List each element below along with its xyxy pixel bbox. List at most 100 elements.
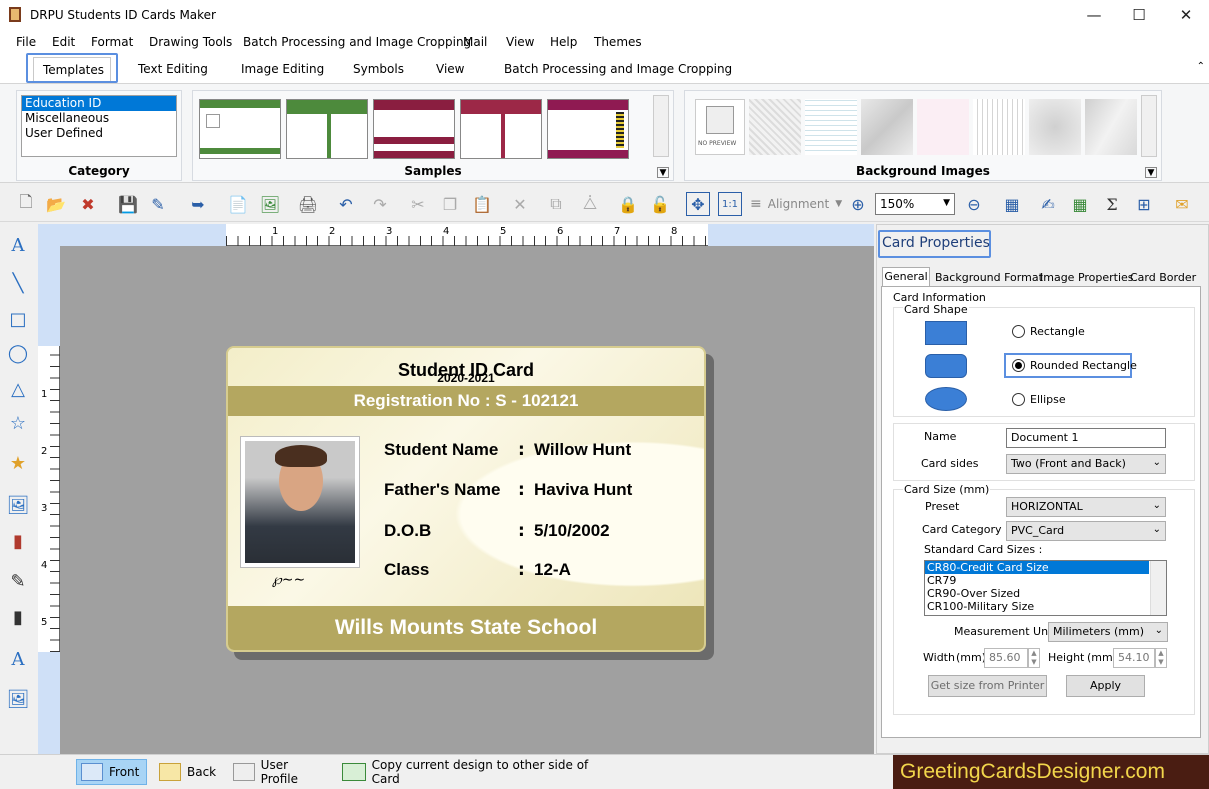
print-icon[interactable]: 🖨 [296, 192, 320, 216]
label-dob[interactable]: D.O.B [384, 521, 431, 541]
background-thumbnail[interactable] [861, 99, 913, 155]
menu-edit[interactable]: Edit [52, 35, 75, 49]
undo-icon[interactable]: ↶ [334, 192, 358, 216]
close-icon[interactable]: ✕ [1163, 0, 1209, 31]
ribbon-collapse-icon[interactable]: ⌃ [1197, 61, 1205, 72]
card-category-select[interactable]: PVC_Card ⌄ [1006, 521, 1166, 541]
zoom-in-icon[interactable]: ⊕ [846, 192, 870, 216]
maximize-icon[interactable]: ☐ [1116, 0, 1162, 31]
unlock-icon[interactable]: 🔓 [648, 192, 672, 216]
menu-mail[interactable]: Mail [463, 35, 487, 49]
front-button[interactable]: Front [76, 759, 147, 785]
signature-tool-icon[interactable]: ✎ [6, 569, 30, 593]
value-father-name[interactable]: Haviva Hunt [534, 480, 632, 500]
label-student-name[interactable]: Student Name [384, 440, 498, 460]
tab-templates[interactable]: Templates [33, 57, 111, 81]
category-item[interactable]: Education ID [22, 96, 176, 111]
star-tool-icon[interactable]: ☆ [6, 411, 30, 435]
student-photo[interactable] [240, 436, 360, 568]
print-preview-icon[interactable]: 📄 [226, 192, 250, 216]
barcode-tool-icon[interactable]: ▮ [6, 605, 30, 629]
export-icon[interactable]: ➥ [186, 192, 210, 216]
background-scrollbar[interactable] [1141, 95, 1157, 157]
image-tool-icon[interactable]: 🖼 [6, 493, 30, 517]
actual-size-icon[interactable]: 1:1 [718, 192, 742, 216]
crop-icon[interactable]: ⊞ [1132, 192, 1156, 216]
standard-sizes-list[interactable]: CR80-Credit Card Size CR79 CR90-Over Siz… [924, 560, 1167, 616]
redo-icon[interactable]: ↷ [368, 192, 392, 216]
menu-file[interactable]: File [16, 35, 36, 49]
image-export-icon[interactable]: 🖼 [258, 192, 282, 216]
zoom-out-icon[interactable]: ⊖ [962, 192, 986, 216]
background-thumbnail[interactable] [1029, 99, 1081, 155]
preset-select[interactable]: HORIZONTAL ⌄ [1006, 497, 1166, 517]
height-input[interactable]: 54.10 [1113, 648, 1155, 668]
ungroup-icon[interactable]: ⧊ [578, 192, 602, 216]
label-class[interactable]: Class [384, 560, 429, 580]
value-class[interactable]: 12-A [534, 560, 571, 580]
save-icon[interactable]: 💾 [116, 192, 140, 216]
ellipse-tool-icon[interactable]: ◯ [6, 341, 30, 365]
ellipse-radio[interactable] [1012, 393, 1025, 406]
ellipse-shape-icon[interactable] [925, 387, 967, 411]
tab-view[interactable]: View [436, 62, 464, 76]
tab-card-border[interactable]: Card Border [1130, 271, 1196, 284]
sample-thumbnail[interactable] [547, 99, 629, 159]
rectangle-label[interactable]: Rectangle [1030, 325, 1085, 338]
menu-batch-processing[interactable]: Batch Processing and Image Cropping [243, 35, 471, 49]
category-list[interactable]: Education ID Miscellaneous User Defined [21, 95, 177, 157]
value-student-name[interactable]: Willow Hunt [534, 440, 631, 460]
delete-icon[interactable]: ✕ [508, 192, 532, 216]
tab-symbols[interactable]: Symbols [353, 62, 404, 76]
save-as-icon[interactable]: ✎ [146, 192, 170, 216]
rounded-rectangle-label[interactable]: Rounded Rectangle [1030, 359, 1137, 372]
background-thumbnail[interactable] [805, 99, 857, 155]
no-preview-thumbnail[interactable]: NO PREVIEW [695, 99, 745, 155]
size-option[interactable]: CR90-Over Sized [925, 587, 1166, 600]
formula-icon[interactable]: Σ [1100, 192, 1124, 216]
registration-band[interactable]: Registration No : S - 102121 [228, 386, 704, 416]
width-stepper[interactable]: ▲ ▼ [1028, 648, 1040, 668]
menu-drawing-tools[interactable]: Drawing Tools [149, 35, 232, 49]
sample-thumbnail[interactable] [199, 99, 281, 159]
alignment-dropdown[interactable]: ≡ Alignment ▼ [750, 196, 842, 212]
size-option[interactable]: CR80-Credit Card Size [925, 561, 1149, 574]
library-tool-icon[interactable]: ▮ [6, 529, 30, 553]
menu-help[interactable]: Help [550, 35, 577, 49]
fit-to-window-icon[interactable]: ✥ [686, 192, 710, 216]
user-profile-button[interactable]: User Profile [229, 758, 332, 786]
menu-themes[interactable]: Themes [594, 35, 642, 49]
tab-batch-processing[interactable]: Batch Processing and Image Cropping [504, 62, 732, 76]
minimize-icon[interactable]: — [1071, 0, 1117, 31]
rectangle-shape-icon[interactable] [925, 321, 967, 345]
rectangle-tool-icon[interactable]: □ [6, 307, 30, 331]
background-thumbnail[interactable] [749, 99, 801, 155]
apply-button[interactable]: Apply [1066, 675, 1145, 697]
label-father-name[interactable]: Father's Name [384, 480, 500, 500]
tab-general[interactable]: General [882, 267, 930, 287]
school-name-band[interactable]: Wills Mounts State School [228, 606, 704, 650]
value-dob[interactable]: 5/10/2002 [534, 521, 610, 541]
new-icon[interactable]: 🗋 [14, 192, 38, 216]
width-input[interactable]: 85.60 [984, 648, 1028, 668]
background-thumbnail[interactable] [973, 99, 1025, 155]
open-icon[interactable]: 📂 [44, 192, 68, 216]
tab-image-editing[interactable]: Image Editing [241, 62, 324, 76]
height-stepper[interactable]: ▲ ▼ [1155, 648, 1167, 668]
size-option[interactable]: CR100-Military Size [925, 600, 1166, 613]
edit-list-icon[interactable]: ✍ [1036, 192, 1060, 216]
measurement-unit-select[interactable]: Milimeters (mm) ⌄ [1048, 622, 1168, 642]
sample-thumbnail[interactable] [460, 99, 542, 159]
group-icon[interactable]: ⧉ [544, 192, 568, 216]
name-input[interactable]: Document 1 [1006, 428, 1166, 448]
menu-view[interactable]: View [506, 35, 534, 49]
background-thumbnail[interactable] [917, 99, 969, 155]
text-tool-icon[interactable]: A [6, 233, 30, 257]
mail-icon[interactable]: ✉ [1170, 192, 1194, 216]
background-thumbnail[interactable] [1085, 99, 1137, 155]
copy-icon[interactable]: ❐ [438, 192, 462, 216]
tab-image-properties[interactable]: Image Properties [1040, 271, 1134, 284]
line-tool-icon[interactable]: ╲ [6, 271, 30, 295]
symbol-tool-icon[interactable]: ★ [6, 451, 30, 475]
rectangle-radio[interactable] [1012, 325, 1025, 338]
